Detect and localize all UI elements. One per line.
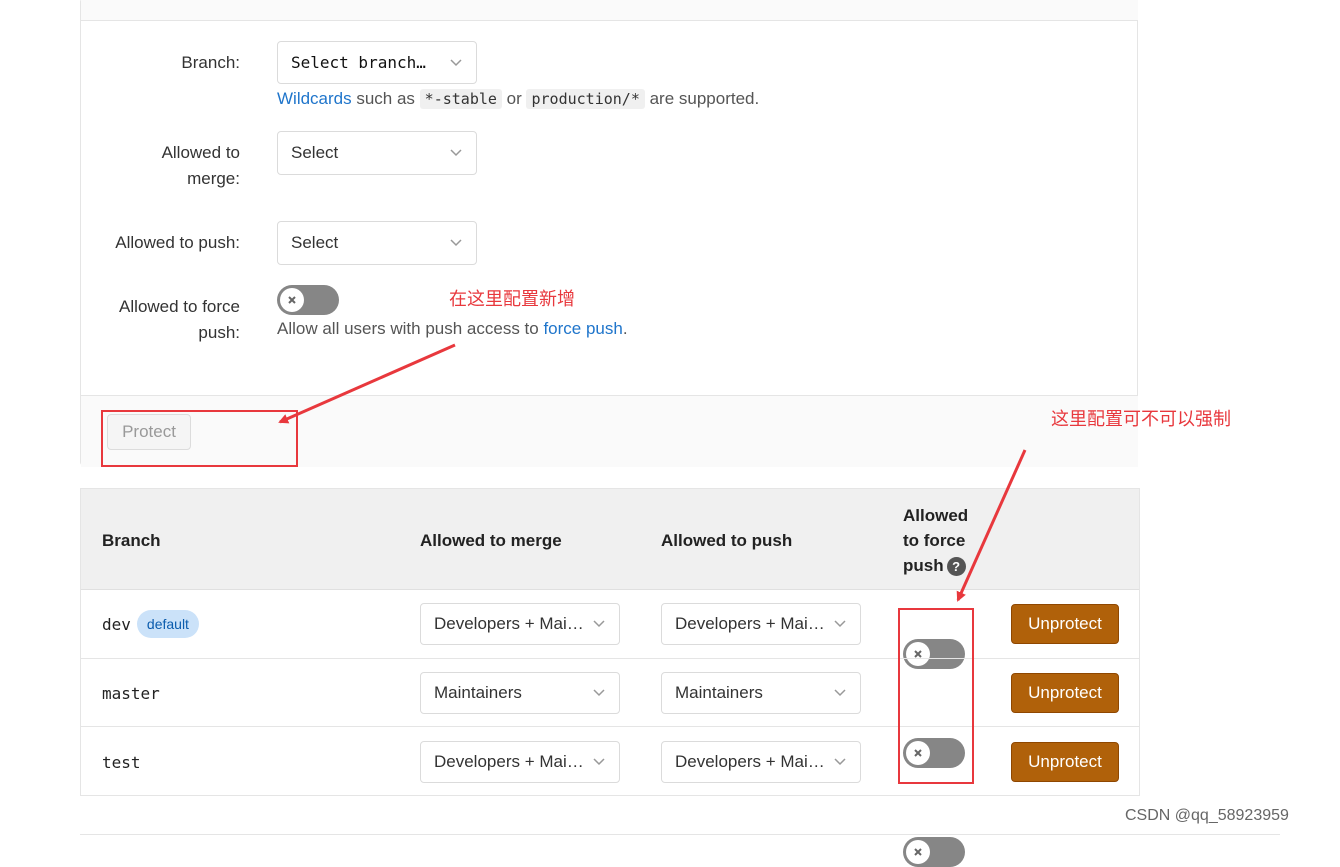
toggle-knob — [906, 840, 930, 864]
annotation-arrows — [278, 343, 1027, 602]
row-force-push-toggle[interactable] — [903, 837, 965, 867]
close-icon — [914, 848, 922, 856]
arrow-to-protect — [278, 343, 456, 424]
arrow-to-force-push — [956, 449, 1027, 602]
watermark: CSDN @qq_58923959 — [1125, 807, 1289, 824]
